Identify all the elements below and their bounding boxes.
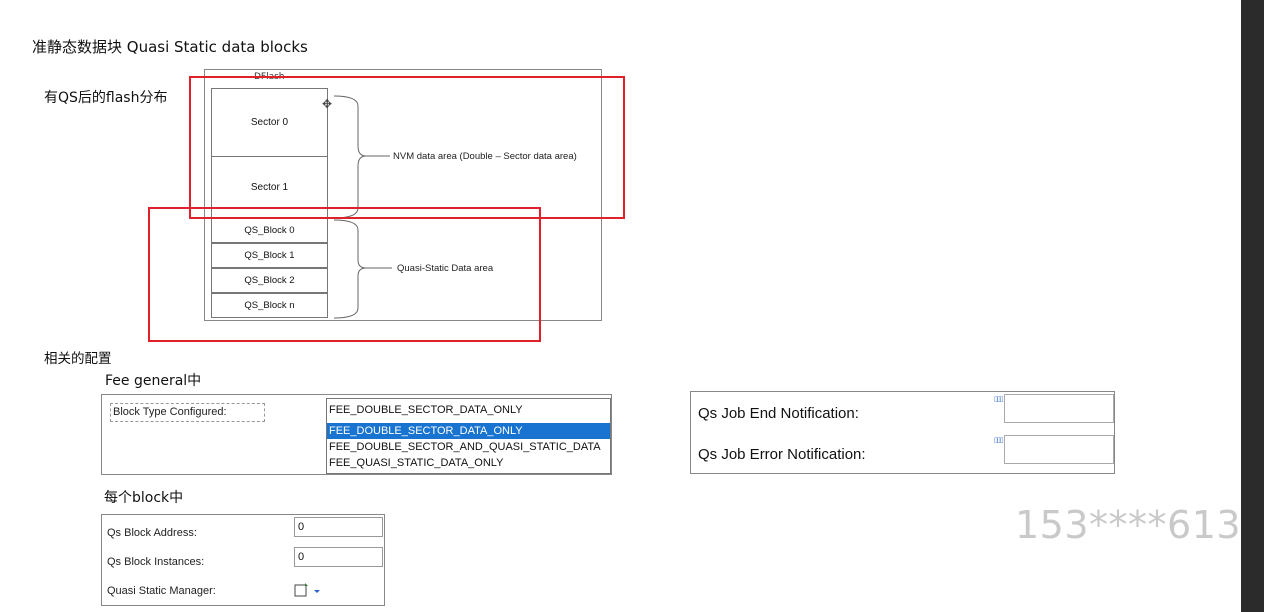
block-type-option[interactable]: FEE_QUASI_STATIC_DATA_ONLY <box>327 455 610 471</box>
watermark-text: 153****6135 <box>1015 503 1264 547</box>
qs-block-address-input[interactable]: 0 <box>294 517 383 537</box>
fee-general-heading: Fee general中 <box>105 373 202 389</box>
flash-distribution-caption: 有QS后的flash分布 <box>44 90 168 106</box>
related-config-heading: 相关的配置 <box>44 351 112 367</box>
qs-job-error-notification-input[interactable] <box>1004 435 1114 464</box>
block-type-selected-value[interactable]: FEE_DOUBLE_SECTOR_DATA_ONLY <box>327 402 610 418</box>
qs-highlight-box <box>148 207 541 342</box>
block-type-option[interactable]: FEE_DOUBLE_SECTOR_DATA_ONLY <box>327 423 610 439</box>
default-value-icon: ▯▯▯ <box>994 395 1004 403</box>
qs-job-end-notification-label: Qs Job End Notification: <box>698 405 859 422</box>
block-type-label: Block Type Configured: <box>110 403 265 422</box>
quasi-static-manager-label: Quasi Static Manager: <box>107 585 216 597</box>
qs-block-address-label: Qs Block Address: <box>107 527 197 539</box>
nvm-highlight-box <box>189 76 625 219</box>
window-edge-bar <box>1241 0 1264 612</box>
default-value-icon: ▯▯▯ <box>994 436 1004 444</box>
qs-job-end-notification-input[interactable] <box>1004 394 1114 423</box>
block-type-option[interactable]: FEE_DOUBLE_SECTOR_AND_QUASI_STATIC_DATA <box>327 439 610 455</box>
each-block-heading: 每个block中 <box>104 490 184 506</box>
qs-block-instances-input[interactable]: 0 <box>294 547 383 567</box>
page-title: 准静态数据块 Quasi Static data blocks <box>32 38 308 56</box>
qs-block-instances-label: Qs Block Instances: <box>107 556 205 568</box>
checkbox-dropdown-icon[interactable] <box>294 582 324 598</box>
qs-job-error-notification-label: Qs Job Error Notification: <box>698 446 866 463</box>
